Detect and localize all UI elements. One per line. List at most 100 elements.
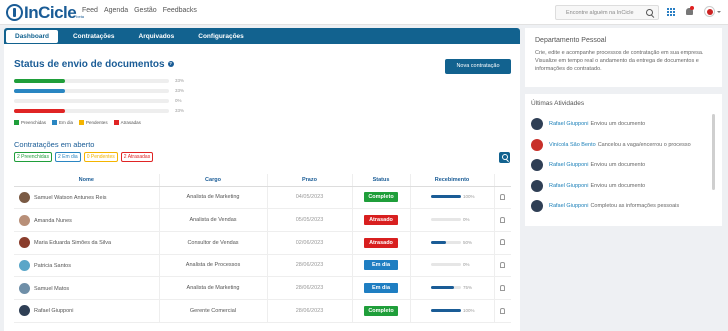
candidate-name[interactable]: Rafael Giupponi bbox=[34, 308, 73, 314]
chevron-down-icon[interactable] bbox=[717, 11, 721, 13]
candidate-name[interactable]: Amanda Nunes bbox=[34, 217, 72, 223]
table-row[interactable]: Rafael Giupponi Gerente Comercial 28/06/20… bbox=[14, 299, 511, 323]
activity-item[interactable]: Vinícola São Bento Cancelou a vaga/encerr… bbox=[531, 138, 691, 152]
nav-gestao[interactable]: Gestão bbox=[134, 7, 157, 14]
global-search-input[interactable]: Encontre alguém na InCicle bbox=[555, 5, 659, 20]
legend-label: Pendentes bbox=[86, 120, 108, 125]
cell-due-date: 04/05/2023 bbox=[267, 186, 353, 210]
cell-notify bbox=[494, 299, 511, 323]
status-bar-row: 33% bbox=[14, 78, 184, 88]
cell-name: Samuel Watson Antunes Reis bbox=[14, 186, 160, 210]
document-status-bars: 33% 33% 0% 33% bbox=[14, 78, 184, 118]
avatar bbox=[19, 305, 30, 317]
tab-arquivados[interactable]: Arquivados bbox=[130, 30, 184, 43]
table-row[interactable]: Maria Eduarda Simões da Silva Consultor d… bbox=[14, 231, 511, 255]
cell-status: Atrasado bbox=[352, 208, 411, 232]
tab-contratacoes[interactable]: Contratações bbox=[64, 30, 124, 43]
status-badge: Em dia bbox=[364, 283, 398, 294]
status-bar-track bbox=[14, 79, 169, 83]
top-navbar: InCicle beta Feed Agenda Gestão Feedback… bbox=[0, 0, 728, 25]
help-icon[interactable]: ? bbox=[167, 61, 174, 68]
cell-due-date: 28/06/2023 bbox=[267, 276, 353, 300]
activities-scrollbar[interactable] bbox=[712, 114, 715, 190]
table-search-button[interactable] bbox=[499, 152, 510, 163]
status-title-text: Status de envio de documentos bbox=[14, 59, 165, 70]
nav-feedbacks[interactable]: Feedbacks bbox=[163, 7, 197, 14]
bell-icon[interactable] bbox=[500, 216, 506, 223]
activity-item[interactable]: Rafael Giupponi Completou as informações … bbox=[531, 199, 679, 213]
status-title: Status de envio de documentos? bbox=[14, 59, 174, 70]
activity-user[interactable]: Rafael Giupponi bbox=[549, 162, 588, 168]
progress-track bbox=[431, 240, 461, 244]
status-bar-percent: 0% bbox=[175, 98, 182, 103]
col-notify bbox=[494, 174, 511, 187]
user-avatar[interactable] bbox=[704, 6, 715, 17]
table-row[interactable]: Samuel Matos Analista de Marketing 28/06/2… bbox=[14, 276, 511, 300]
nav-feed[interactable]: Feed bbox=[82, 7, 98, 14]
activity-item[interactable]: Rafael Giupponi Enviou um documento bbox=[531, 117, 645, 131]
tab-dashboard[interactable]: Dashboard bbox=[6, 29, 58, 43]
activity-user[interactable]: Rafael Giupponi bbox=[549, 203, 588, 209]
status-bar-track bbox=[14, 89, 169, 93]
col-status[interactable]: Status bbox=[352, 174, 411, 187]
nav-agenda[interactable]: Agenda bbox=[104, 7, 128, 14]
status-bar-percent: 33% bbox=[175, 108, 185, 113]
table-row[interactable]: Samuel Watson Antunes Reis Analista de Ma… bbox=[14, 186, 511, 210]
col-recebimento[interactable]: Recebimento bbox=[410, 174, 495, 187]
activity-item[interactable]: Rafael Giupponi Enviou um documento bbox=[531, 158, 645, 172]
bell-icon[interactable] bbox=[500, 194, 506, 201]
activity-user[interactable]: Rafael Giupponi bbox=[549, 121, 588, 127]
table-row[interactable]: Patricia Santos Analista de Processos 28/0… bbox=[14, 254, 511, 278]
candidate-name[interactable]: Maria Eduarda Simões da Silva bbox=[34, 240, 111, 246]
table-row[interactable]: Amanda Nunes Analista de Vendas 05/05/2023… bbox=[14, 208, 511, 232]
status-bar-fill bbox=[14, 89, 66, 93]
department-card: Departamento Pessoal Crie, edite e acomp… bbox=[525, 28, 722, 87]
activity-user[interactable]: Rafael Giupponi bbox=[549, 183, 588, 189]
cell-notify bbox=[494, 231, 511, 255]
table-body: Samuel Watson Antunes Reis Analista de Ma… bbox=[14, 186, 511, 323]
bell-icon[interactable] bbox=[500, 307, 506, 314]
filter-chip[interactable]: 2 Atrasadas bbox=[120, 152, 154, 162]
bell-icon[interactable] bbox=[500, 239, 506, 246]
col-cargo[interactable]: Cargo bbox=[159, 174, 268, 187]
tab-configuracoes[interactable]: Configurações bbox=[189, 30, 253, 43]
status-bar-fill bbox=[14, 79, 66, 83]
module-tabs: Dashboard Contratações Arquivados Config… bbox=[4, 28, 520, 44]
incicle-logo[interactable]: InCicle beta bbox=[6, 3, 84, 22]
cell-name: Patricia Santos bbox=[14, 254, 160, 278]
col-nome[interactable]: Nome bbox=[14, 174, 160, 187]
bell-icon[interactable] bbox=[500, 284, 506, 291]
apps-grid-icon[interactable] bbox=[667, 8, 675, 16]
candidate-name[interactable]: Samuel Matos bbox=[34, 286, 69, 292]
new-hiring-button[interactable]: Nova contratação bbox=[445, 59, 511, 74]
avatar bbox=[531, 118, 543, 130]
cell-status: Em dia bbox=[352, 276, 411, 300]
notification-dot bbox=[690, 6, 694, 10]
col-prazo[interactable]: Prazo bbox=[267, 174, 353, 187]
progress-fill bbox=[431, 308, 461, 312]
filter-chip[interactable]: 2 Preenchidas bbox=[14, 152, 52, 162]
progress-track bbox=[431, 308, 461, 312]
legend-label: Em dia bbox=[59, 120, 74, 125]
activities-card: Últimas Atividades Rafael Giupponi Enviou… bbox=[525, 94, 722, 226]
legend-swatch bbox=[79, 120, 85, 125]
avatar bbox=[19, 282, 30, 294]
department-title: Departamento Pessoal bbox=[535, 37, 607, 44]
cell-name: Samuel Matos bbox=[14, 276, 160, 300]
cell-status: Completo bbox=[352, 186, 411, 210]
cell-name: Rafael Giupponi bbox=[14, 299, 160, 323]
notifications-bell-icon[interactable] bbox=[686, 6, 694, 16]
filter-chip[interactable]: 0 Pendentes bbox=[83, 152, 118, 162]
progress-track bbox=[431, 263, 461, 267]
cell-role: Analista de Vendas bbox=[159, 208, 268, 232]
search-icon[interactable] bbox=[646, 9, 653, 16]
candidate-name[interactable]: Patricia Santos bbox=[34, 263, 71, 269]
cell-progress: 100% bbox=[410, 299, 495, 323]
activity-item[interactable]: Rafael Giupponi Enviou um documento bbox=[531, 179, 645, 193]
candidate-name[interactable]: Samuel Watson Antunes Reis bbox=[34, 195, 107, 201]
hirings-table: Nome Cargo Prazo Status Recebimento Samu… bbox=[14, 174, 511, 323]
activity-user[interactable]: Vinícola São Bento bbox=[549, 142, 596, 148]
bell-icon[interactable] bbox=[500, 262, 506, 269]
progress-percent: 0% bbox=[463, 217, 470, 223]
filter-chip[interactable]: 2 Em dia bbox=[54, 152, 81, 162]
